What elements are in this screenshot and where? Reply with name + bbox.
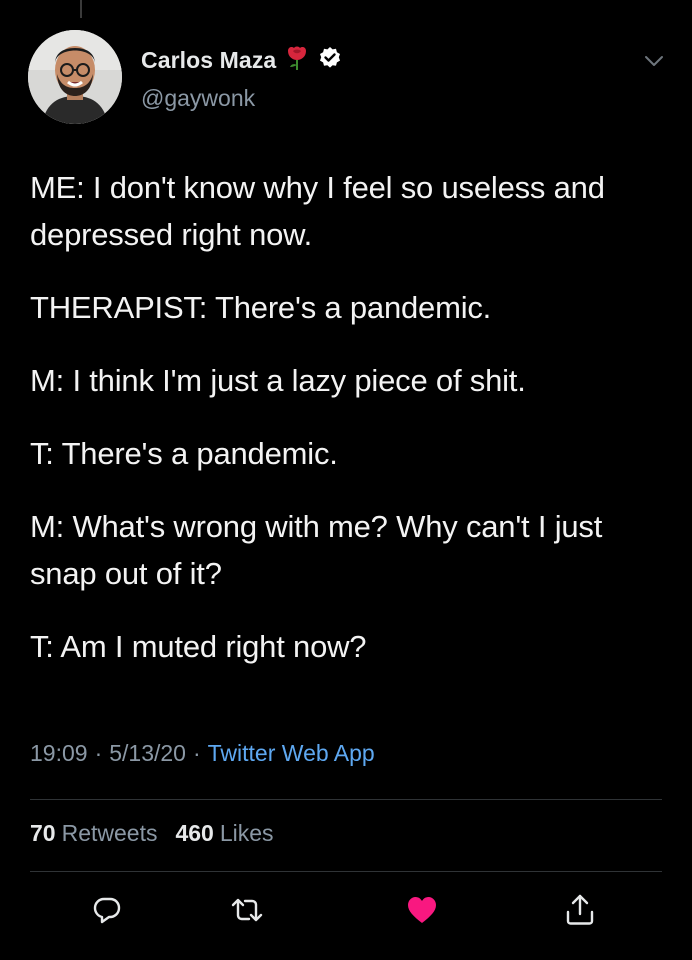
tweet-paragraph: ME: I don't know why I feel so useless a…: [30, 170, 605, 252]
tweet-paragraph: T: There's a pandemic.: [30, 436, 338, 471]
author-display-name[interactable]: Carlos Maza: [141, 47, 276, 74]
chevron-down-icon[interactable]: [643, 50, 665, 72]
divider: [30, 799, 662, 800]
tweet-metadata: 19:09 · 5/13/20 · Twitter Web App: [30, 740, 375, 767]
likes-stat[interactable]: 460 Likes: [175, 820, 273, 847]
avatar[interactable]: [28, 30, 122, 124]
likes-count: 460: [175, 820, 214, 846]
rose-icon: [285, 45, 309, 76]
divider: [30, 871, 662, 872]
retweets-count: 70: [30, 820, 56, 846]
tweet-date[interactable]: 5/13/20: [109, 740, 186, 767]
tweet-header: Carlos Maza @gaywonk: [28, 30, 668, 125]
author-name-row[interactable]: Carlos Maza: [141, 45, 342, 76]
tweet-body: ME: I don't know why I feel so useless a…: [30, 164, 670, 696]
tweet-paragraph: T: Am I muted right now?: [30, 629, 367, 664]
avatar-image: [28, 30, 122, 124]
retweet-icon: [231, 898, 263, 922]
share-button[interactable]: [560, 890, 600, 930]
tweet-action-bar: [0, 890, 692, 934]
share-icon: [566, 894, 594, 925]
reply-icon: [93, 897, 121, 924]
tweet-source-link[interactable]: Twitter Web App: [208, 740, 375, 767]
thread-connector-line: [80, 0, 82, 18]
tweet-paragraph: THERAPIST: There's a pandemic.: [30, 290, 492, 325]
tweet-stats: 70 Retweets 460 Likes: [30, 820, 274, 847]
meta-separator: ·: [192, 740, 201, 766]
tweet-time[interactable]: 19:09: [30, 740, 88, 767]
reply-button[interactable]: [87, 890, 127, 930]
heart-icon: [408, 897, 436, 923]
retweets-stat[interactable]: 70 Retweets: [30, 820, 157, 847]
tweet-paragraph: M: What's wrong with me? Why can't I jus…: [30, 509, 603, 591]
author-handle[interactable]: @gaywonk: [141, 85, 255, 112]
likes-label: Likes: [219, 820, 274, 846]
like-button[interactable]: [402, 890, 442, 930]
verified-badge-icon: [318, 46, 342, 75]
retweets-label: Retweets: [61, 820, 158, 846]
tweet-paragraph: M: I think I'm just a lazy piece of shit…: [30, 363, 526, 398]
meta-separator: ·: [94, 740, 103, 766]
retweet-button[interactable]: [227, 890, 267, 930]
